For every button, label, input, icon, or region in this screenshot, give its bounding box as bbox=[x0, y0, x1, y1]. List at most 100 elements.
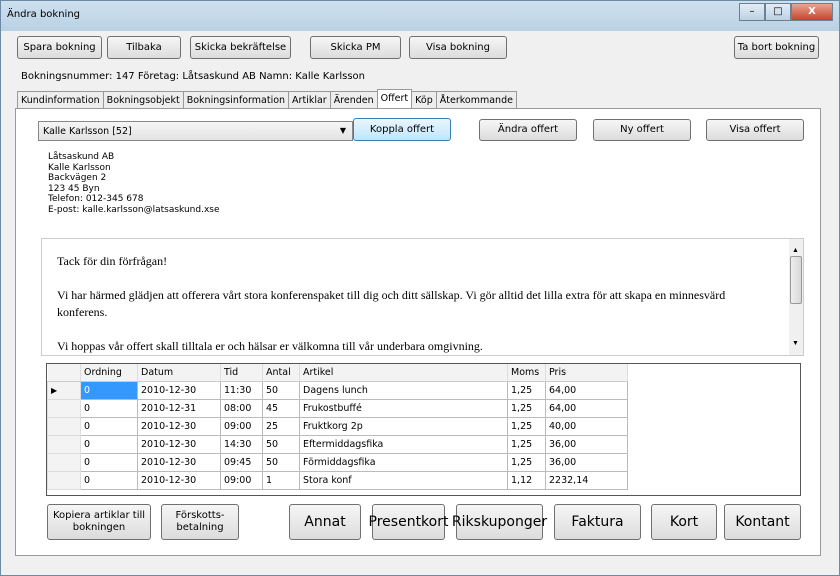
offer-select-value: Kalle Karlsson [52] bbox=[43, 126, 132, 137]
back-button[interactable]: Tilbaka bbox=[107, 36, 181, 59]
column-header[interactable]: Antal bbox=[262, 364, 300, 382]
column-header[interactable]: Tid bbox=[220, 364, 263, 382]
table-cell[interactable]: 0 bbox=[80, 452, 138, 472]
table-cell[interactable]: 50 bbox=[262, 452, 300, 472]
table-cell[interactable]: 2010-12-30 bbox=[137, 416, 221, 436]
table-cell[interactable]: 2010-12-30 bbox=[137, 380, 221, 400]
save-booking-button[interactable]: Spara bokning bbox=[17, 36, 102, 59]
table-cell[interactable]: 1,25 bbox=[507, 416, 546, 436]
table-cell[interactable]: 1,25 bbox=[507, 452, 546, 472]
table-cell[interactable]: 2010-12-31 bbox=[137, 398, 221, 418]
show-offer-button[interactable]: Visa offert bbox=[706, 119, 804, 141]
prepayment-button[interactable]: Förskotts-betalning bbox=[161, 504, 239, 540]
table-cell[interactable]: 36,00 bbox=[545, 434, 628, 454]
table-cell[interactable]: 2010-12-30 bbox=[137, 470, 221, 490]
table-cell[interactable]: 40,00 bbox=[545, 416, 628, 436]
table-row[interactable]: 0 2010-12-30 09:45 50 Förmiddagsfika 1,25 36,0… bbox=[47, 452, 628, 472]
table-cell[interactable]: 50 bbox=[262, 380, 300, 400]
rikskuponger-button[interactable]: Rikskuponger bbox=[452, 504, 547, 540]
tab-arenden[interactable]: Ärenden bbox=[329, 91, 378, 108]
connect-offer-button[interactable]: Koppla offert bbox=[353, 118, 451, 141]
offer-select[interactable]: Kalle Karlsson [52] ▼ bbox=[38, 121, 353, 141]
row-header[interactable] bbox=[47, 416, 81, 436]
table-row[interactable]: 0 2010-12-30 09:00 25 Fruktkorg 2p 1,25 40,00 bbox=[47, 416, 628, 436]
table-cell[interactable]: 25 bbox=[262, 416, 300, 436]
table-row[interactable]: 0 2010-12-31 08:00 45 Frukostbuffé 1,25 64,00 bbox=[47, 398, 628, 418]
address-line: Telefon: 012-345 678 bbox=[48, 194, 144, 204]
table-cell[interactable]: 0 bbox=[80, 398, 138, 418]
edit-offer-button[interactable]: Ändra offert bbox=[479, 119, 577, 141]
table-cell[interactable]: Fruktkorg 2p bbox=[299, 416, 508, 436]
row-header[interactable] bbox=[47, 452, 81, 472]
table-cell[interactable]: 09:00 bbox=[220, 416, 263, 436]
table-cell[interactable]: Dagens lunch bbox=[299, 380, 508, 400]
table-cell[interactable]: 09:45 bbox=[220, 452, 263, 472]
table-cell[interactable]: 1,12 bbox=[507, 470, 546, 490]
table-cell[interactable]: 09:00 bbox=[220, 470, 263, 490]
table-row[interactable]: ▶ 0 2010-12-30 11:30 50 Dagens lunch 1,25 64,00 bbox=[47, 380, 628, 400]
address-line: Backvägen 2 bbox=[48, 173, 107, 183]
vertical-scrollbar[interactable]: ▲ ▼ bbox=[789, 239, 803, 355]
table-cell[interactable]: 50 bbox=[262, 434, 300, 454]
table-cell[interactable]: 0 bbox=[80, 434, 138, 454]
column-header[interactable]: Artikel bbox=[299, 364, 508, 382]
send-confirmation-button[interactable]: Skicka bekräftelse bbox=[190, 36, 291, 59]
tab-bokningsinformation[interactable]: Bokningsinformation bbox=[182, 91, 290, 108]
table-cell[interactable]: Stora konf bbox=[299, 470, 508, 490]
table-cell[interactable]: 08:00 bbox=[220, 398, 263, 418]
table-cell[interactable]: Eftermiddagsfika bbox=[299, 434, 508, 454]
other-button[interactable]: Annat bbox=[289, 504, 361, 540]
table-cell[interactable]: 1,25 bbox=[507, 434, 546, 454]
table-cell[interactable]: 0 bbox=[80, 416, 138, 436]
tab-offert[interactable]: Offert bbox=[376, 89, 413, 108]
table-cell[interactable]: 64,00 bbox=[545, 398, 628, 418]
new-offer-button[interactable]: Ny offert bbox=[593, 119, 691, 141]
column-header[interactable]: Datum bbox=[137, 364, 221, 382]
table-cell[interactable]: 2010-12-30 bbox=[137, 452, 221, 472]
offer-letter-text[interactable]: Tack för din förfrågan! Vi har härmed gl… bbox=[41, 238, 804, 356]
tab-artiklar[interactable]: Artiklar bbox=[288, 91, 331, 108]
delete-booking-button[interactable]: Ta bort bokning bbox=[734, 36, 819, 59]
scroll-down-icon[interactable]: ▼ bbox=[792, 335, 799, 352]
current-row-arrow-icon[interactable]: ▶ bbox=[47, 380, 81, 400]
copy-articles-button[interactable]: Kopiera artiklar till bokningen bbox=[47, 504, 151, 540]
table-row[interactable]: 0 2010-12-30 14:30 50 Eftermiddagsfika 1,25 36… bbox=[47, 434, 628, 454]
table-cell[interactable]: Frukostbuffé bbox=[299, 398, 508, 418]
scrollbar-thumb[interactable] bbox=[790, 256, 802, 304]
close-button[interactable]: X bbox=[791, 3, 833, 21]
table-row[interactable]: 0 2010-12-30 09:00 1 Stora konf 1,12 2232,14 bbox=[47, 470, 628, 490]
tab-kundinformation[interactable]: Kundinformation bbox=[17, 91, 104, 108]
gift-card-button[interactable]: Presentkort bbox=[369, 504, 448, 540]
invoice-button[interactable]: Faktura bbox=[554, 504, 641, 540]
tab-kop[interactable]: Köp bbox=[411, 91, 437, 108]
send-pm-button[interactable]: Skicka PM bbox=[310, 36, 401, 59]
column-header[interactable]: Pris bbox=[545, 364, 628, 382]
table-cell[interactable]: 2010-12-30 bbox=[137, 434, 221, 454]
table-cell[interactable]: 64,00 bbox=[545, 380, 628, 400]
column-header[interactable]: Ordning bbox=[80, 364, 138, 382]
table-cell[interactable]: 0 bbox=[80, 470, 138, 490]
maximize-button[interactable]: □ bbox=[765, 3, 791, 21]
tab-aterkommande[interactable]: Återkommande bbox=[435, 91, 517, 108]
row-header[interactable] bbox=[47, 398, 81, 418]
table-cell[interactable]: 14:30 bbox=[220, 434, 263, 454]
table-cell[interactable]: 0 bbox=[80, 380, 138, 400]
tab-bokningsobjekt[interactable]: Bokningsobjekt bbox=[102, 91, 184, 108]
table-cell[interactable]: 1,25 bbox=[507, 398, 546, 418]
card-button[interactable]: Kort bbox=[651, 504, 717, 540]
show-booking-button[interactable]: Visa bokning bbox=[409, 36, 507, 59]
table-cell[interactable]: 1 bbox=[262, 470, 300, 490]
table-cell[interactable]: 36,00 bbox=[545, 452, 628, 472]
customer-address: Låtsaskund AB Kalle Karlsson Backvägen 2… bbox=[48, 152, 220, 215]
table-cell[interactable]: 1,25 bbox=[507, 380, 546, 400]
row-header[interactable] bbox=[47, 434, 81, 454]
minimize-button[interactable]: – bbox=[739, 3, 765, 21]
row-header[interactable] bbox=[47, 470, 81, 490]
column-header[interactable]: Moms bbox=[507, 364, 546, 382]
grid-header: Ordning Datum Tid Antal Artikel Moms Pri… bbox=[47, 364, 628, 382]
table-cell[interactable]: 45 bbox=[262, 398, 300, 418]
table-cell[interactable]: Förmiddagsfika bbox=[299, 452, 508, 472]
table-cell[interactable]: 11:30 bbox=[220, 380, 263, 400]
table-cell[interactable]: 2232,14 bbox=[545, 470, 628, 490]
cash-button[interactable]: Kontant bbox=[724, 504, 801, 540]
